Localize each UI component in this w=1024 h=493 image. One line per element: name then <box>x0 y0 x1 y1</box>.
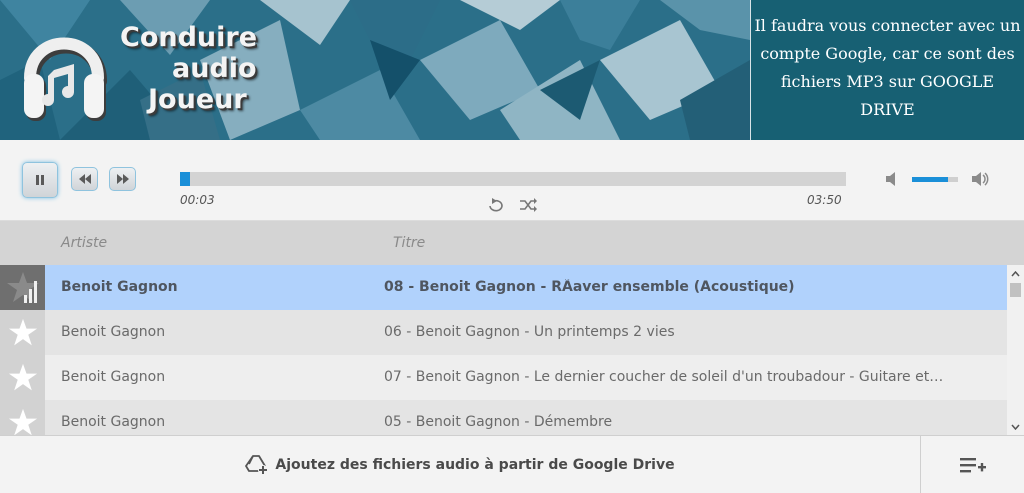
logo-line-3: Joueur <box>148 84 247 115</box>
scroll-down-button[interactable] <box>1007 418 1024 435</box>
favorite-toggle[interactable] <box>0 400 45 435</box>
playlist-scrollbar[interactable] <box>1007 265 1024 435</box>
add-from-google-drive-button[interactable]: Ajoutez des fichiers audio à partir de G… <box>0 436 920 493</box>
playlist-add-icon <box>959 457 986 472</box>
headphones-logo-icon <box>24 37 107 121</box>
add-from-google-drive-label: Ajoutez des fichiers audio à partir de G… <box>275 456 675 473</box>
login-notice: Il faudra vous connecter avec un compte … <box>750 0 1024 140</box>
volume-slider-fill <box>912 177 948 182</box>
volume-up-icon[interactable] <box>970 171 990 187</box>
shuffle-icon[interactable] <box>518 197 538 213</box>
table-row[interactable]: Benoit Gagnon 07 - Benoit Gagnon - Le de… <box>0 355 1007 400</box>
row-title: 05 - Benoit Gagnon - Démembre <box>384 414 613 430</box>
chevron-up-icon <box>1011 270 1020 276</box>
rewind-icon <box>78 174 91 184</box>
now-playing-indicator <box>0 265 45 310</box>
row-artist: Benoit Gagnon <box>61 279 178 295</box>
footer-bar: Ajoutez des fichiers audio à partir de G… <box>0 435 1024 493</box>
chevron-down-icon <box>1011 424 1020 430</box>
volume-slider[interactable] <box>912 177 958 182</box>
table-row[interactable]: Benoit Gagnon 08 - Benoit Gagnon - RÃave… <box>0 265 1007 310</box>
scroll-up-button[interactable] <box>1007 265 1024 282</box>
track-duration: 03:50 <box>807 193 842 207</box>
scroll-thumb[interactable] <box>1010 283 1021 297</box>
column-header-title[interactable]: Titre <box>393 235 425 251</box>
row-artist: Benoit Gagnon <box>61 324 166 340</box>
next-track-button[interactable] <box>109 167 136 191</box>
table-row[interactable]: Benoit Gagnon 06 - Benoit Gagnon - Un pr… <box>0 310 1007 355</box>
row-artist: Benoit Gagnon <box>61 369 166 385</box>
add-to-playlist-button[interactable] <box>920 436 1024 493</box>
volume-mute-icon[interactable] <box>884 171 904 187</box>
now-playing-icon <box>6 271 39 303</box>
pause-button[interactable] <box>22 162 58 198</box>
previous-track-button[interactable] <box>71 167 98 191</box>
current-time: 00:03 <box>180 193 215 207</box>
fast-forward-icon <box>116 174 129 184</box>
seek-bar-fill <box>180 172 190 186</box>
favorite-toggle[interactable] <box>0 355 45 400</box>
app-header: Conduire audio Joueur Il faudra vous con… <box>0 0 1024 140</box>
row-title: 07 - Benoit Gagnon - Le dernier coucher … <box>384 369 944 385</box>
favorite-toggle[interactable] <box>0 310 45 355</box>
table-row[interactable]: Benoit Gagnon 05 - Benoit Gagnon - Démem… <box>0 400 1007 435</box>
pause-icon <box>36 175 44 185</box>
playlist-header: Artiste Titre <box>0 221 1024 265</box>
seek-bar[interactable] <box>180 172 846 186</box>
playlist: Benoit Gagnon 08 - Benoit Gagnon - RÃave… <box>0 265 1007 435</box>
app-logo-text: Conduire audio Joueur <box>110 22 260 115</box>
row-title: 08 - Benoit Gagnon - RÃaver ensemble (Ac… <box>384 279 795 295</box>
row-artist: Benoit Gagnon <box>61 414 166 430</box>
star-icon <box>8 408 37 435</box>
logo-line-1: Conduire <box>120 22 258 53</box>
google-drive-add-icon <box>245 454 269 475</box>
logo-line-2: audio <box>172 53 257 84</box>
column-header-artist[interactable]: Artiste <box>61 235 107 251</box>
star-icon <box>8 318 37 345</box>
repeat-icon[interactable] <box>486 197 506 213</box>
banner: Conduire audio Joueur <box>0 0 750 140</box>
row-title: 06 - Benoit Gagnon - Un printemps 2 vies <box>384 324 675 340</box>
star-icon <box>8 363 37 390</box>
